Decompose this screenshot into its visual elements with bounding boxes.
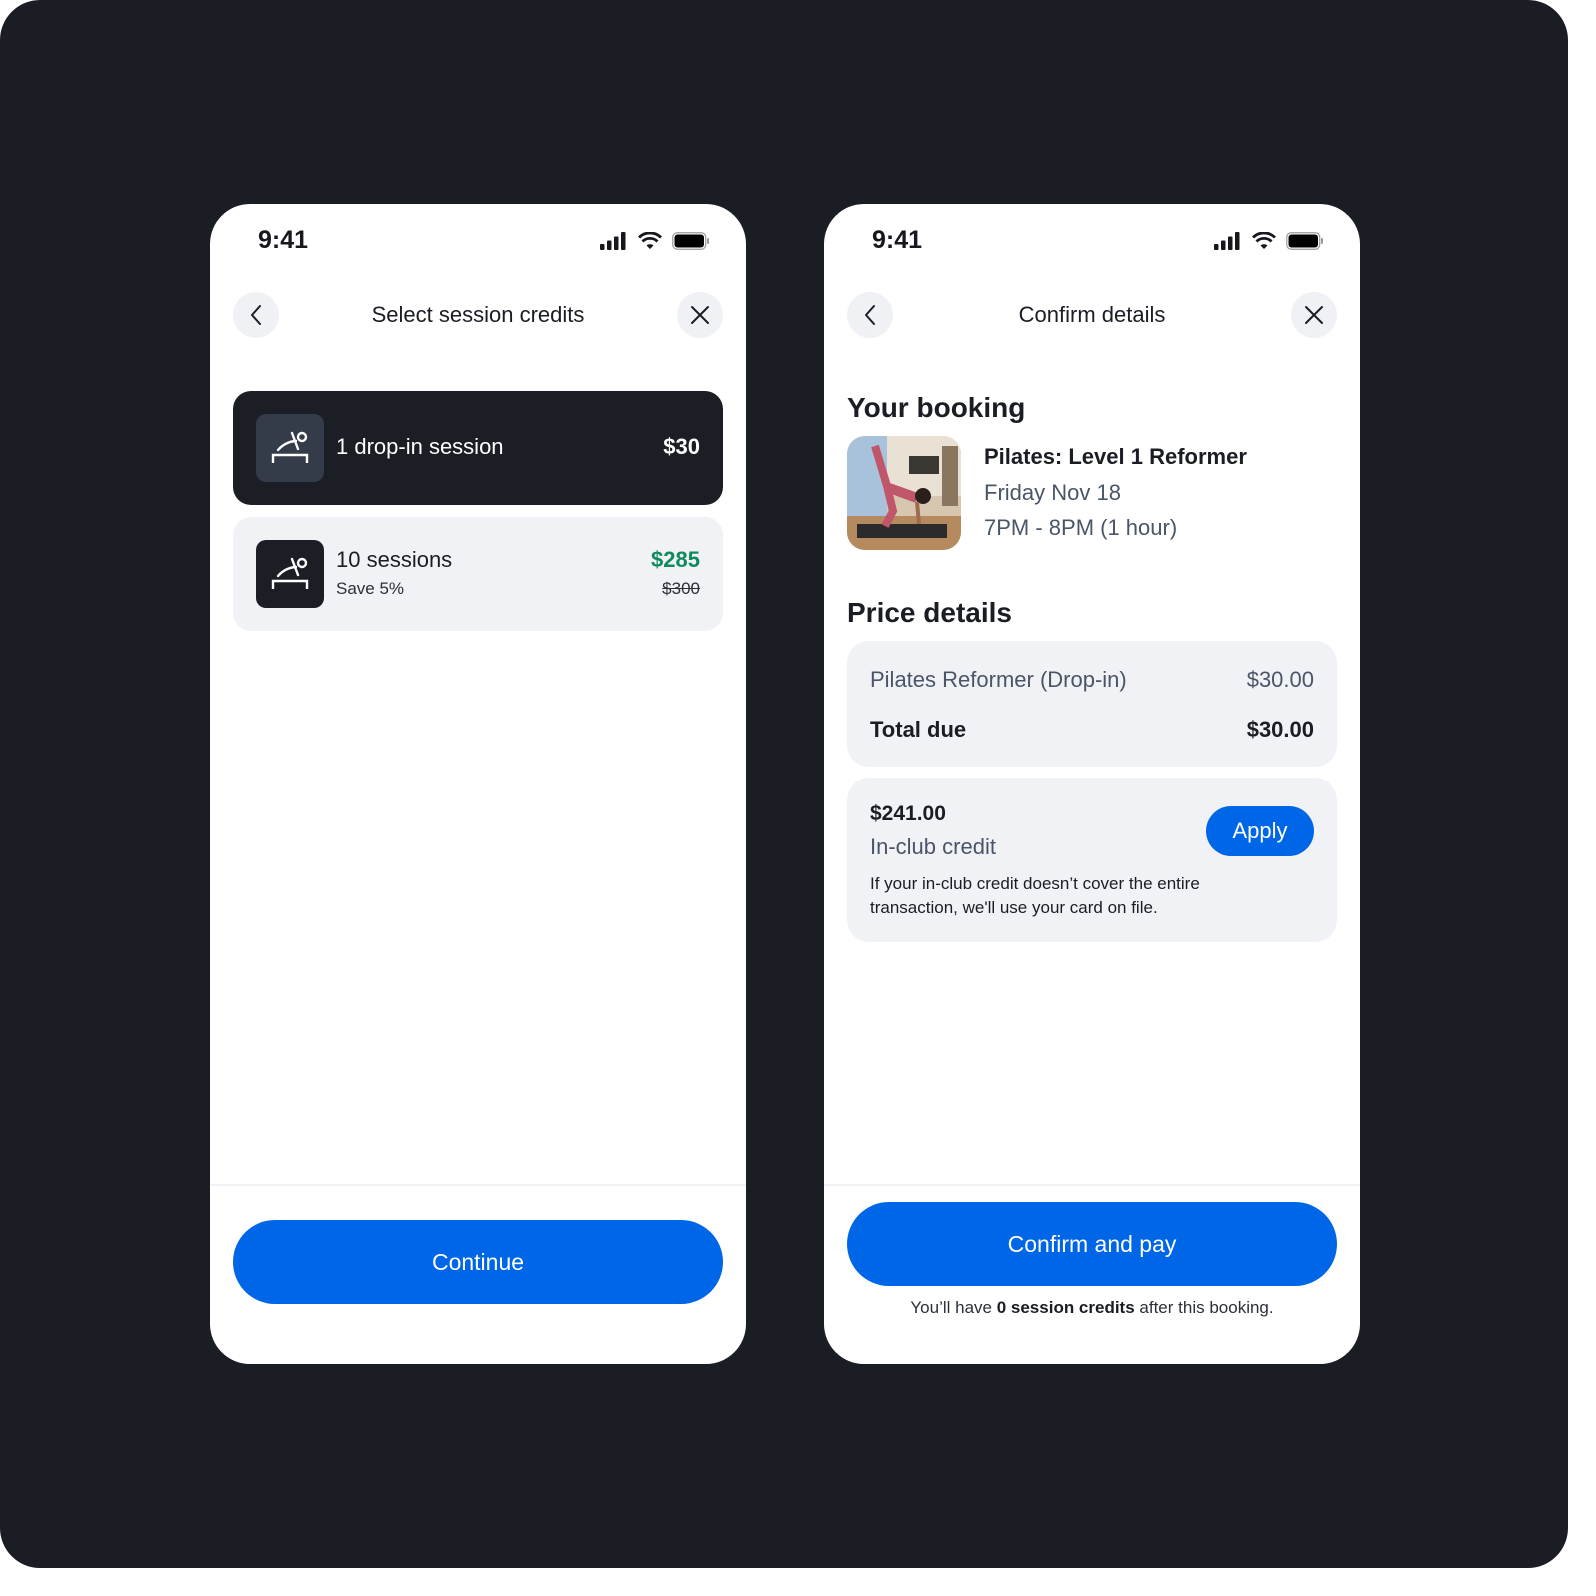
credit-amount: $241.00: [870, 802, 946, 825]
option-label: 1 drop-in session: [336, 434, 504, 459]
battery-icon: [1286, 232, 1323, 250]
class-date: Friday Nov 18: [984, 480, 1121, 505]
class-name: Pilates: Level 1 Reformer: [984, 444, 1247, 469]
line-item-label: Pilates Reformer (Drop-in): [870, 667, 1127, 692]
status-bar: 9:41: [210, 204, 746, 254]
wifi-icon: [1252, 232, 1276, 249]
note-prefix: You’ll have: [910, 1298, 997, 1317]
total-label: Total due: [870, 717, 967, 742]
continue-button[interactable]: Continue: [233, 1220, 723, 1304]
cellular-signal-icon: [600, 232, 626, 250]
in-club-credit-card: $241.00 In-club credit Apply If your in-…: [847, 778, 1337, 942]
close-icon: [691, 306, 709, 324]
pilates-icon: [271, 557, 309, 589]
chevron-left-icon: [251, 305, 261, 325]
page-title: Confirm details: [1018, 302, 1166, 327]
option-price: $30: [663, 434, 700, 459]
line-item-amount: $30.00: [1246, 667, 1314, 692]
status-time: 9:41: [872, 226, 923, 254]
total-row: Total due $30.00: [870, 717, 1314, 743]
price-details-card: Pilates Reformer (Drop-in) $30.00 Total …: [847, 641, 1337, 767]
footer: Continue: [210, 1184, 746, 1364]
option-label: 10 sessions: [336, 547, 453, 572]
confirm-and-pay-button[interactable]: Confirm and pay: [847, 1202, 1337, 1286]
close-icon: [1305, 306, 1323, 324]
page-title: Select session credits: [371, 302, 585, 327]
close-button[interactable]: [677, 292, 723, 338]
back-button[interactable]: [233, 292, 279, 338]
chevron-left-icon: [865, 305, 875, 325]
class-time: 7PM - 8PM (1 hour): [984, 515, 1178, 540]
pilates-icon: [271, 431, 309, 463]
price-line-item: Pilates Reformer (Drop-in) $30.00: [870, 667, 1314, 693]
note-suffix: after this booking.: [1134, 1298, 1274, 1317]
wifi-icon: [638, 232, 662, 249]
option-original-price: $300: [662, 579, 700, 598]
nav-bar: Select session credits: [233, 292, 723, 338]
class-thumbnail: [847, 436, 961, 550]
credits-note: You’ll have 0 session credits after this…: [824, 1298, 1360, 1318]
credit-label: In-club credit: [870, 834, 996, 859]
back-button[interactable]: [847, 292, 893, 338]
cellular-signal-icon: [1214, 232, 1240, 250]
select-credits-screen: 9:41 Select session credits 1 drop-in se…: [210, 204, 746, 1364]
status-time: 9:41: [258, 226, 309, 254]
nav-bar: Confirm details: [847, 292, 1337, 338]
note-credits-count: 0 session credits: [996, 1298, 1135, 1317]
total-amount: $30.00: [1246, 717, 1314, 742]
apply-credit-button[interactable]: Apply: [1206, 806, 1314, 856]
pilates-class-image: [847, 436, 961, 550]
option-10-sessions[interactable]: 10 sessions Save 5% $285 $300: [233, 517, 723, 631]
option-drop-in[interactable]: 1 drop-in session $30: [233, 391, 723, 505]
status-bar: 9:41: [824, 204, 1360, 254]
confirm-details-screen: 9:41 Confirm details Your booking Pilate…: [824, 204, 1360, 1364]
price-heading: Price details: [847, 597, 1012, 628]
option-price: $285: [651, 547, 700, 572]
option-savings: Save 5%: [336, 579, 405, 598]
option-icon-container: [256, 414, 324, 482]
battery-icon: [672, 232, 709, 250]
credit-description: If your in-club credit doesn’t cover the…: [870, 874, 1200, 917]
footer: Confirm and pay You’ll have 0 session cr…: [824, 1184, 1360, 1364]
close-button[interactable]: [1291, 292, 1337, 338]
option-icon-container: [256, 540, 324, 608]
canvas-background: 9:41 Select session credits 1 drop-in se…: [0, 0, 1568, 1568]
booking-heading: Your booking: [847, 392, 1026, 423]
